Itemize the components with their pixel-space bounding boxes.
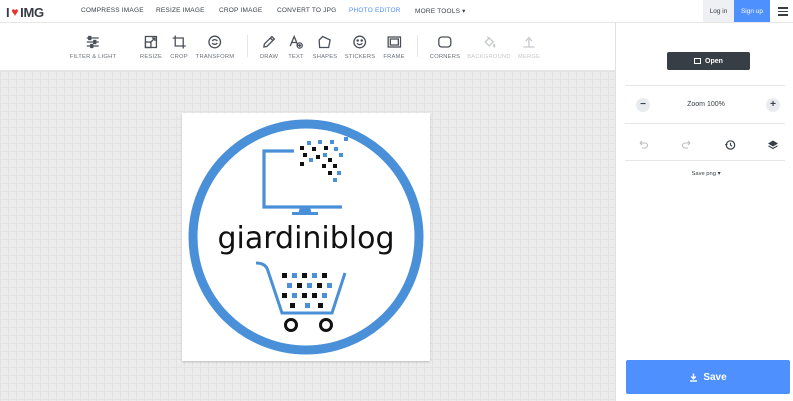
- pixel-squares-cart: [282, 273, 332, 308]
- tool-stickers[interactable]: STICKERS: [345, 35, 376, 60]
- tool-shapes[interactable]: SHAPES: [313, 35, 338, 60]
- save-button[interactable]: Save: [626, 360, 790, 394]
- edited-image[interactable]: giardiniblog: [182, 113, 430, 361]
- sliders-icon: [87, 35, 99, 49]
- tool-label: FILTER & LIGHT: [69, 54, 117, 60]
- smiley-icon: [353, 35, 367, 49]
- nav-more-tools[interactable]: MORE TOOLS ▾: [415, 7, 466, 15]
- tool-text[interactable]: TEXT: [288, 35, 304, 60]
- download-icon: [690, 373, 698, 382]
- logo-img-text: IMG: [20, 4, 44, 20]
- transform-icon: [208, 35, 222, 49]
- undo-icon[interactable]: [637, 138, 649, 150]
- hamburger-menu-icon[interactable]: [778, 7, 788, 16]
- save-label: Save: [703, 371, 727, 383]
- redo-icon[interactable]: [681, 138, 693, 150]
- heart-icon: ♥: [11, 5, 19, 19]
- tool-crop[interactable]: CROP: [170, 35, 188, 60]
- tool-frame[interactable]: FRAME: [383, 35, 404, 60]
- editor-canvas[interactable]: giardiniblog: [0, 71, 615, 401]
- tool-corners[interactable]: CORNERS: [430, 35, 460, 60]
- top-navbar: I ♥ IMG COMPRESS IMAGE RESIZE IMAGE CROP…: [0, 0, 793, 23]
- signup-button[interactable]: Sign up: [734, 0, 770, 22]
- tool-transform[interactable]: TRANSFORM: [196, 35, 235, 60]
- tool-draw[interactable]: DRAW: [260, 35, 278, 60]
- open-button[interactable]: Open: [667, 52, 750, 70]
- corners-icon: [438, 36, 452, 48]
- toolbar-divider: [417, 35, 418, 57]
- layers-icon[interactable]: [767, 138, 779, 150]
- frame-icon: [387, 36, 401, 48]
- zoom-value: 100%: [706, 101, 725, 108]
- tool-label: DRAW: [259, 54, 279, 60]
- crop-icon: [172, 35, 186, 49]
- nav-resize-image[interactable]: RESIZE IMAGE: [156, 7, 205, 14]
- logo-text: giardiniblog: [217, 221, 394, 256]
- tool-label: RESIZE: [139, 54, 163, 60]
- panel-divider: [625, 123, 785, 124]
- nav-convert-to-jpg[interactable]: CONVERT TO JPG: [277, 7, 336, 14]
- nav-crop-image[interactable]: CROP IMAGE: [219, 7, 262, 14]
- nav-photo-editor[interactable]: PHOTO EDITOR: [349, 7, 401, 14]
- zoom-in-button[interactable]: +: [766, 98, 780, 112]
- tool-label: TRANSFORM: [195, 54, 235, 60]
- ilovimg-logo[interactable]: I ♥ IMG: [6, 4, 44, 20]
- tool-resize[interactable]: RESIZE: [140, 35, 162, 60]
- toolbar-divider: [247, 35, 248, 57]
- tool-label: SHAPES: [312, 54, 338, 60]
- tool-label: FRAME: [383, 54, 405, 60]
- side-panel: Open − Zoom 100% + Save png ▾ Save: [615, 23, 793, 401]
- panel-divider: [625, 160, 785, 161]
- logo-i-text: I: [6, 4, 10, 20]
- panel-divider: [625, 85, 785, 86]
- save-format-dropdown[interactable]: Save png ▾: [671, 171, 741, 177]
- editor-toolbar: FILTER & LIGHT RESIZE CROP TRANSFORM DRA…: [0, 23, 615, 71]
- giardiniblog-logo-image: giardiniblog: [188, 119, 424, 355]
- tool-label: CROP: [170, 54, 188, 60]
- open-label: Open: [705, 57, 723, 65]
- merge-icon: [523, 36, 535, 48]
- resize-icon: [144, 35, 158, 49]
- pencil-icon: [263, 35, 276, 48]
- tool-background[interactable]: BACKGROUND: [467, 35, 511, 60]
- zoom-label: Zoom: [687, 101, 706, 108]
- nav-compress-image[interactable]: COMPRESS IMAGE: [81, 7, 144, 14]
- pixel-squares-top: [300, 137, 348, 182]
- tool-label: MERGE: [517, 54, 541, 60]
- tool-label: STICKERS: [344, 54, 376, 60]
- tool-merge[interactable]: MERGE: [518, 35, 540, 60]
- history-icon[interactable]: [724, 138, 736, 150]
- shapes-icon: [318, 35, 332, 49]
- text-icon: [289, 35, 303, 49]
- tool-label: BACKGROUND: [467, 54, 511, 60]
- image-icon: [694, 58, 702, 64]
- tool-filter-light[interactable]: FILTER & LIGHT: [70, 35, 117, 60]
- paint-bucket-icon: [484, 36, 496, 48]
- zoom-out-button[interactable]: −: [636, 98, 650, 112]
- tool-label: TEXT: [288, 54, 304, 60]
- login-button[interactable]: Log in: [703, 0, 734, 22]
- tool-label: CORNERS: [429, 54, 461, 60]
- zoom-indicator: Zoom 100%: [671, 101, 741, 108]
